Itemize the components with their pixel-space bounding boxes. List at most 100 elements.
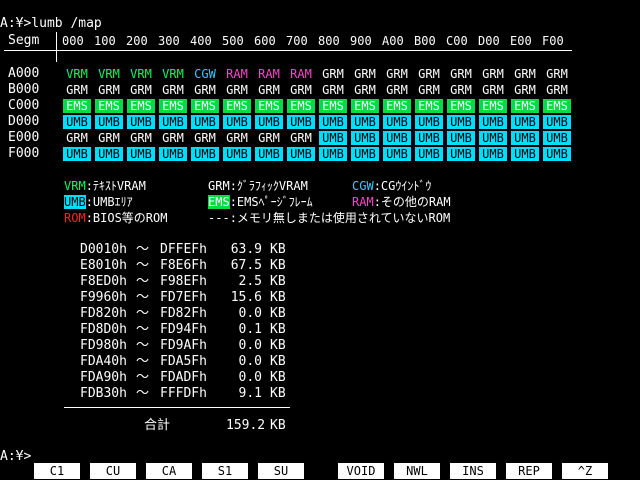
range-size: 2.5 <box>238 274 262 289</box>
memory-cell: UMB <box>223 147 251 161</box>
legend-ram-key: RAM <box>352 195 374 209</box>
memory-cell: GRM <box>162 83 184 97</box>
memory-cell: UMB <box>287 147 315 161</box>
column-header: A00 <box>382 34 404 48</box>
memory-cell: RAM <box>290 67 312 81</box>
function-key[interactable]: C1 <box>34 463 80 479</box>
memory-cell: GRM <box>354 67 376 81</box>
memory-cell: GRM <box>482 83 504 97</box>
range-sep: ～ <box>136 306 150 321</box>
memory-cell: GRM <box>162 131 184 145</box>
total-divider <box>64 407 290 408</box>
legend-ems-desc: :EMSﾍﾟｰｼﾞﾌﾚｰﾑ <box>229 195 313 209</box>
memory-cell: GRM <box>514 67 536 81</box>
function-key[interactable]: CA <box>146 463 192 479</box>
memory-cell: EMS <box>415 99 443 113</box>
segment-label: B000 <box>8 82 40 97</box>
memory-cell: EMS <box>255 99 283 113</box>
function-key[interactable]: REP <box>506 463 552 479</box>
column-header: 000 <box>62 34 84 48</box>
range-sep: ～ <box>136 338 150 353</box>
memory-cell: UMB <box>223 115 251 129</box>
memory-cell: UMB <box>319 131 347 145</box>
memory-cell: UMB <box>351 115 379 129</box>
column-header: 200 <box>126 34 148 48</box>
memory-cell: UMB <box>415 131 443 145</box>
range-sep: ～ <box>136 242 150 257</box>
memory-cell: GRM <box>290 131 312 145</box>
memory-cell: GRM <box>130 131 152 145</box>
function-key[interactable]: INS <box>450 463 496 479</box>
function-key[interactable]: VOID <box>338 463 384 479</box>
memory-cell: GRM <box>194 131 216 145</box>
range-end: FD82Fh <box>160 306 207 321</box>
legend-umb-desc: :UMBｴﾘｱ <box>85 195 133 209</box>
segment-label: D000 <box>8 114 40 129</box>
memory-cell: UMB <box>319 115 347 129</box>
column-header: 300 <box>158 34 180 48</box>
memory-cell: GRM <box>450 83 472 97</box>
function-key[interactable]: S1 <box>202 463 248 479</box>
memory-cell: GRM <box>258 131 280 145</box>
range-size: 0.0 <box>238 370 262 385</box>
function-key[interactable]: SU <box>258 463 304 479</box>
memory-cell: GRM <box>98 131 120 145</box>
legend-umb: UMB:UMBｴﾘｱ <box>64 194 133 210</box>
memory-cell: UMB <box>511 115 539 129</box>
memory-cell: GRM <box>290 83 312 97</box>
memory-cell: UMB <box>159 147 187 161</box>
range-unit: KB <box>270 338 286 353</box>
range-size: 15.6 <box>230 290 262 305</box>
range-end: F8E6Fh <box>160 258 207 273</box>
memory-cell: EMS <box>223 99 251 113</box>
memory-cell: EMS <box>511 99 539 113</box>
range-sep: ～ <box>136 354 150 369</box>
legend-rom-desc: :BIOS等のROM <box>85 211 168 225</box>
memory-cell: GRM <box>258 83 280 97</box>
memory-cell: UMB <box>479 147 507 161</box>
memory-cell: EMS <box>543 99 571 113</box>
memory-cell: RAM <box>258 67 280 81</box>
function-key[interactable]: NWL <box>394 463 440 479</box>
memory-cell: UMB <box>447 147 475 161</box>
function-key-bar: C1 CU CA S1 SU VOID NWL INS REP ^Z <box>0 463 640 480</box>
memory-cell: GRM <box>226 83 248 97</box>
function-key[interactable]: ^Z <box>562 463 608 479</box>
segm-header: Segm <box>8 33 40 48</box>
memory-cell: UMB <box>415 147 443 161</box>
memory-cell: GRM <box>226 131 248 145</box>
range-sep: ～ <box>136 386 150 401</box>
legend-vrm-desc: :ﾃｷｽﾄVRAM <box>85 179 146 193</box>
memory-cell: GRM <box>66 131 88 145</box>
memory-cell: UMB <box>191 147 219 161</box>
memory-cell: UMB <box>319 147 347 161</box>
memory-cell: GRM <box>130 83 152 97</box>
legend-grm-desc: :ｸﾞﾗﾌｨｯｸVRAM <box>229 179 308 193</box>
function-key[interactable]: CU <box>90 463 136 479</box>
range-start: FDB30h <box>80 386 127 401</box>
legend-cgw-key: CGW <box>352 179 374 193</box>
memory-cell: GRM <box>482 67 504 81</box>
memory-cell: GRM <box>418 83 440 97</box>
memory-cell: GRM <box>450 67 472 81</box>
range-end: FD7EFh <box>160 290 207 305</box>
memory-cell: GRM <box>418 67 440 81</box>
column-header: 900 <box>350 34 372 48</box>
range-unit: KB <box>270 386 286 401</box>
segment-label: A000 <box>8 66 40 81</box>
memory-cell: EMS <box>159 99 187 113</box>
memory-cell: GRM <box>98 83 120 97</box>
memory-cell: EMS <box>127 99 155 113</box>
memory-cell: GRM <box>546 67 568 81</box>
legend-umb-key: UMB <box>64 195 86 209</box>
memory-cell: EMS <box>287 99 315 113</box>
memory-cell: UMB <box>415 115 443 129</box>
range-end: DFFEFh <box>160 242 207 257</box>
column-header: D00 <box>478 34 500 48</box>
legend-vrm-key: VRM <box>64 179 86 193</box>
range-unit: KB <box>270 370 286 385</box>
memory-cell: UMB <box>383 115 411 129</box>
memory-cell: RAM <box>226 67 248 81</box>
range-size: 0.0 <box>238 306 262 321</box>
memory-cell: GRM <box>386 83 408 97</box>
